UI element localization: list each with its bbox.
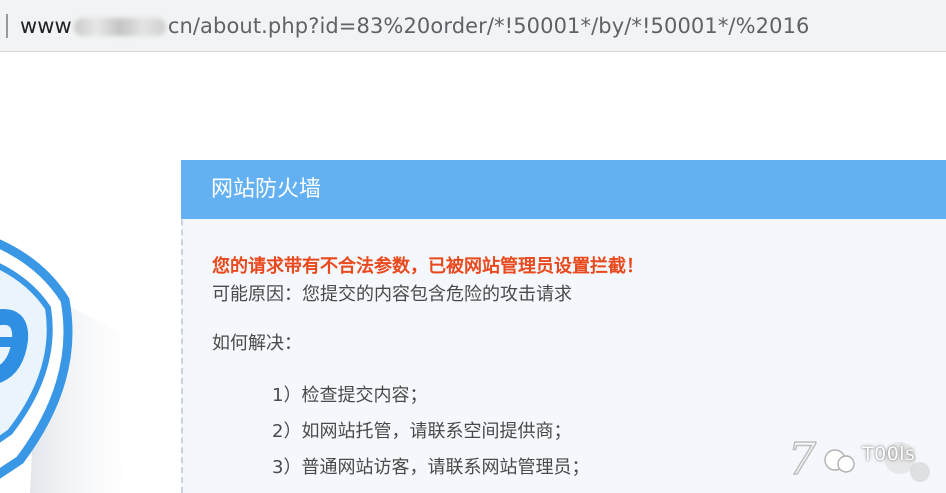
watermark-text: T00ls <box>862 443 916 465</box>
block-reason: 可能原因：您提交的内容包含危险的攻击请求 <box>212 284 572 305</box>
url-path: cn/about.php?id=83%20order/*!50001*/by/*… <box>167 14 810 38</box>
list-item: 3）普通网站访客，请联系网站管理员； <box>272 457 590 478</box>
block-warning: 您的请求带有不合法参数，已被网站管理员设置拦截！ <box>212 256 644 277</box>
text-cursor <box>6 14 8 38</box>
firewall-body: 您的请求带有不合法参数，已被网站管理员设置拦截！ 可能原因：您提交的内容包含危险… <box>212 253 644 486</box>
shield-logo-icon <box>0 239 150 493</box>
url-prefix: www <box>20 14 72 38</box>
svg-text:7: 7 <box>788 434 816 485</box>
url-input[interactable]: www cn/about.php?id=83%20order/*!50001*/b… <box>20 13 810 39</box>
redacted-domain <box>73 18 166 36</box>
list-item: 1）检查提交内容； <box>272 385 428 406</box>
address-bar[interactable]: www cn/about.php?id=83%20order/*!50001*/b… <box>0 0 946 52</box>
list-item: 2）如网站托管，请联系空间提供商； <box>272 421 572 442</box>
firewall-title: 网站防火墙 <box>181 160 946 219</box>
solution-steps: 1）检查提交内容； 2）如网站托管，请联系空间提供商； 3）普通网站访客，请联系… <box>212 378 644 486</box>
howto-heading: 如何解决： <box>212 333 302 354</box>
